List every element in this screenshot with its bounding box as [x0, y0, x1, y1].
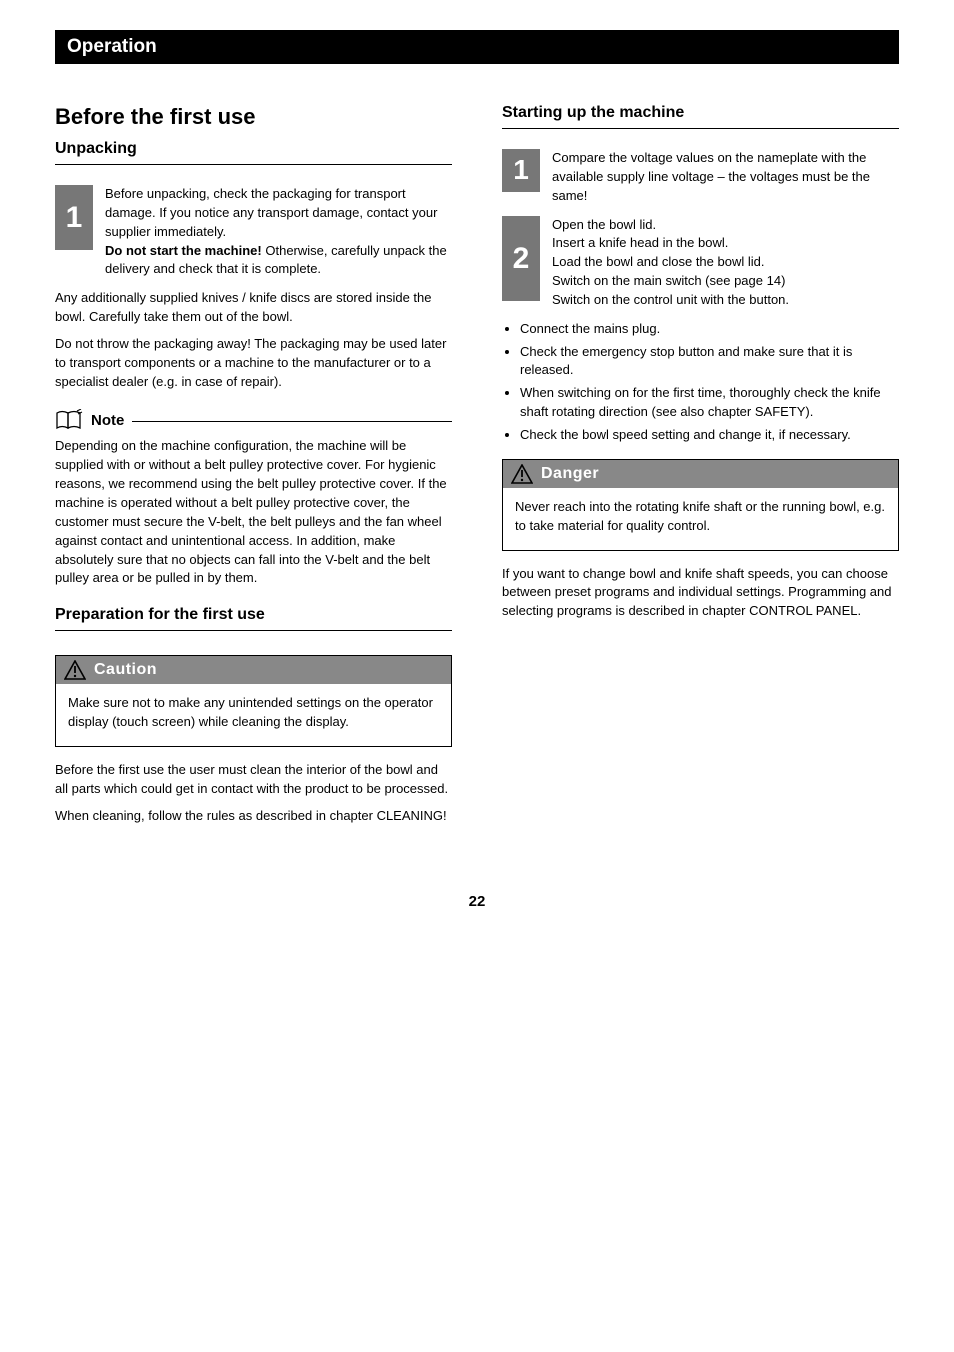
step-text: Open the bowl lid. Insert a knife head i… — [552, 216, 899, 310]
note-label: Note — [91, 412, 124, 429]
step-block: 1 Before unpacking, check the packaging … — [55, 185, 452, 279]
step-text: Before unpacking, check the packaging fo… — [105, 185, 452, 279]
page-number: 22 — [55, 893, 899, 910]
list-item: Check the bowl speed setting and change … — [520, 426, 899, 445]
right-column: Starting up the machine 1 Compare the vo… — [502, 104, 899, 833]
danger-label: Danger — [541, 465, 599, 483]
note-header: Note — [55, 409, 452, 431]
left-column: Before the first use Unpacking 1 Before … — [55, 104, 452, 833]
header-bar: Operation — [55, 30, 899, 64]
step-block: 2 Open the bowl lid. Insert a knife head… — [502, 216, 899, 310]
danger-head: Danger — [503, 460, 898, 488]
startup-paragraph: If you want to change bowl and knife sha… — [502, 565, 899, 622]
unpack-paragraph: Any additionally supplied knives / knife… — [55, 289, 452, 327]
section-title-starting-up: Starting up the machine — [502, 104, 899, 122]
caution-box: Caution Make sure not to make any uninte… — [55, 655, 452, 747]
firstuse-paragraph: When cleaning, follow the rules as descr… — [55, 807, 452, 826]
danger-box: Danger Never reach into the rotating kni… — [502, 459, 899, 551]
section-title-before-first-use: Before the first use — [55, 104, 452, 130]
caution-body: Make sure not to make any unintended set… — [56, 684, 451, 746]
firstuse-paragraph: Before the first use the user must clean… — [55, 761, 452, 799]
caution-label: Caution — [94, 661, 157, 679]
step-number-icon: 2 — [502, 216, 540, 301]
step-text: Compare the voltage values on the namepl… — [552, 149, 899, 206]
note-rule — [132, 421, 452, 422]
header-bar-title: Operation — [67, 36, 157, 58]
caution-head: Caution — [56, 656, 451, 684]
section-title-unpacking: Unpacking — [55, 140, 452, 158]
danger-body: Never reach into the rotating knife shaf… — [503, 488, 898, 550]
list-item: Connect the mains plug. — [520, 320, 899, 339]
warning-triangle-icon — [64, 660, 86, 680]
unpacking-intro-bold: Do not start the machine! — [105, 243, 265, 258]
unpack-paragraph: Do not throw the packaging away! The pac… — [55, 335, 452, 392]
note-text: Depending on the machine configuration, … — [55, 437, 452, 588]
unpacking-intro: Before unpacking, check the packaging fo… — [105, 186, 437, 239]
list-item: When switching on for the first time, th… — [520, 384, 899, 422]
list-item: Check the emergency stop button and make… — [520, 343, 899, 381]
step-block: 1 Compare the voltage values on the name… — [502, 149, 899, 206]
section-title-first-use: Preparation for the first use — [55, 606, 452, 624]
book-icon — [55, 409, 83, 431]
warning-triangle-icon — [511, 464, 533, 484]
startup-bullets: Connect the mains plug. Check the emerge… — [502, 320, 899, 445]
step-number-icon: 1 — [55, 185, 93, 250]
step-number-icon: 1 — [502, 149, 540, 192]
